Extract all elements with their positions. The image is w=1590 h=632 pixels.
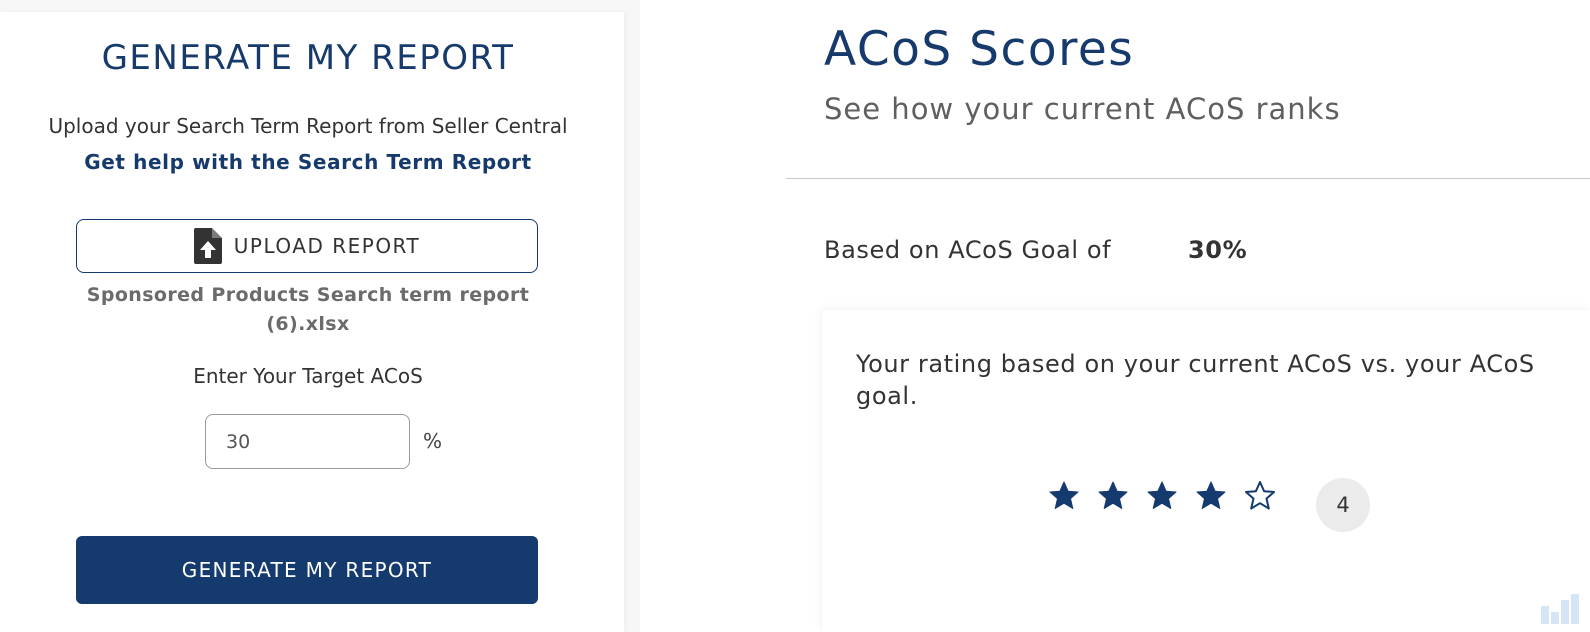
file-upload-icon xyxy=(193,228,222,264)
generate-report-button[interactable]: GENERATE MY REPORT xyxy=(76,536,538,604)
form-title: GENERATE MY REPORT xyxy=(101,38,515,78)
rating-card: Your rating based on your current ACoS v… xyxy=(822,310,1590,632)
target-acos-label: Enter Your Target ACoS xyxy=(193,364,423,388)
upload-report-button[interactable]: UPLOAD REPORT xyxy=(76,219,538,273)
star-empty-icon xyxy=(1245,481,1275,510)
rating-value-badge: 4 xyxy=(1316,478,1370,532)
star-filled-icon xyxy=(1196,481,1226,509)
search-term-help-link[interactable]: Get help with the Search Term Report xyxy=(0,150,616,174)
section-divider xyxy=(786,178,1590,179)
acos-scores-title: ACoS Scores xyxy=(824,22,1135,77)
chart-widget-icon[interactable] xyxy=(1541,594,1579,624)
percent-unit-label: % xyxy=(423,429,443,453)
star-rating xyxy=(1048,480,1276,512)
star-filled-icon xyxy=(1049,481,1079,509)
upload-button-label: UPLOAD REPORT xyxy=(233,234,421,258)
acos-goal-label: Based on ACoS Goal of xyxy=(824,236,1112,264)
target-acos-input[interactable] xyxy=(205,414,410,469)
star-filled-icon xyxy=(1147,481,1177,509)
uploaded-file-name: Sponsored Products Search term report (6… xyxy=(86,284,530,335)
star-filled-icon xyxy=(1098,481,1128,509)
upload-instruction: Upload your Search Term Report from Sell… xyxy=(48,114,568,138)
acos-goal-value: 30% xyxy=(1188,236,1248,264)
acos-scores-subtitle: See how your current ACoS ranks xyxy=(824,92,1341,126)
rating-description: Your rating based on your current ACoS v… xyxy=(856,350,1535,410)
